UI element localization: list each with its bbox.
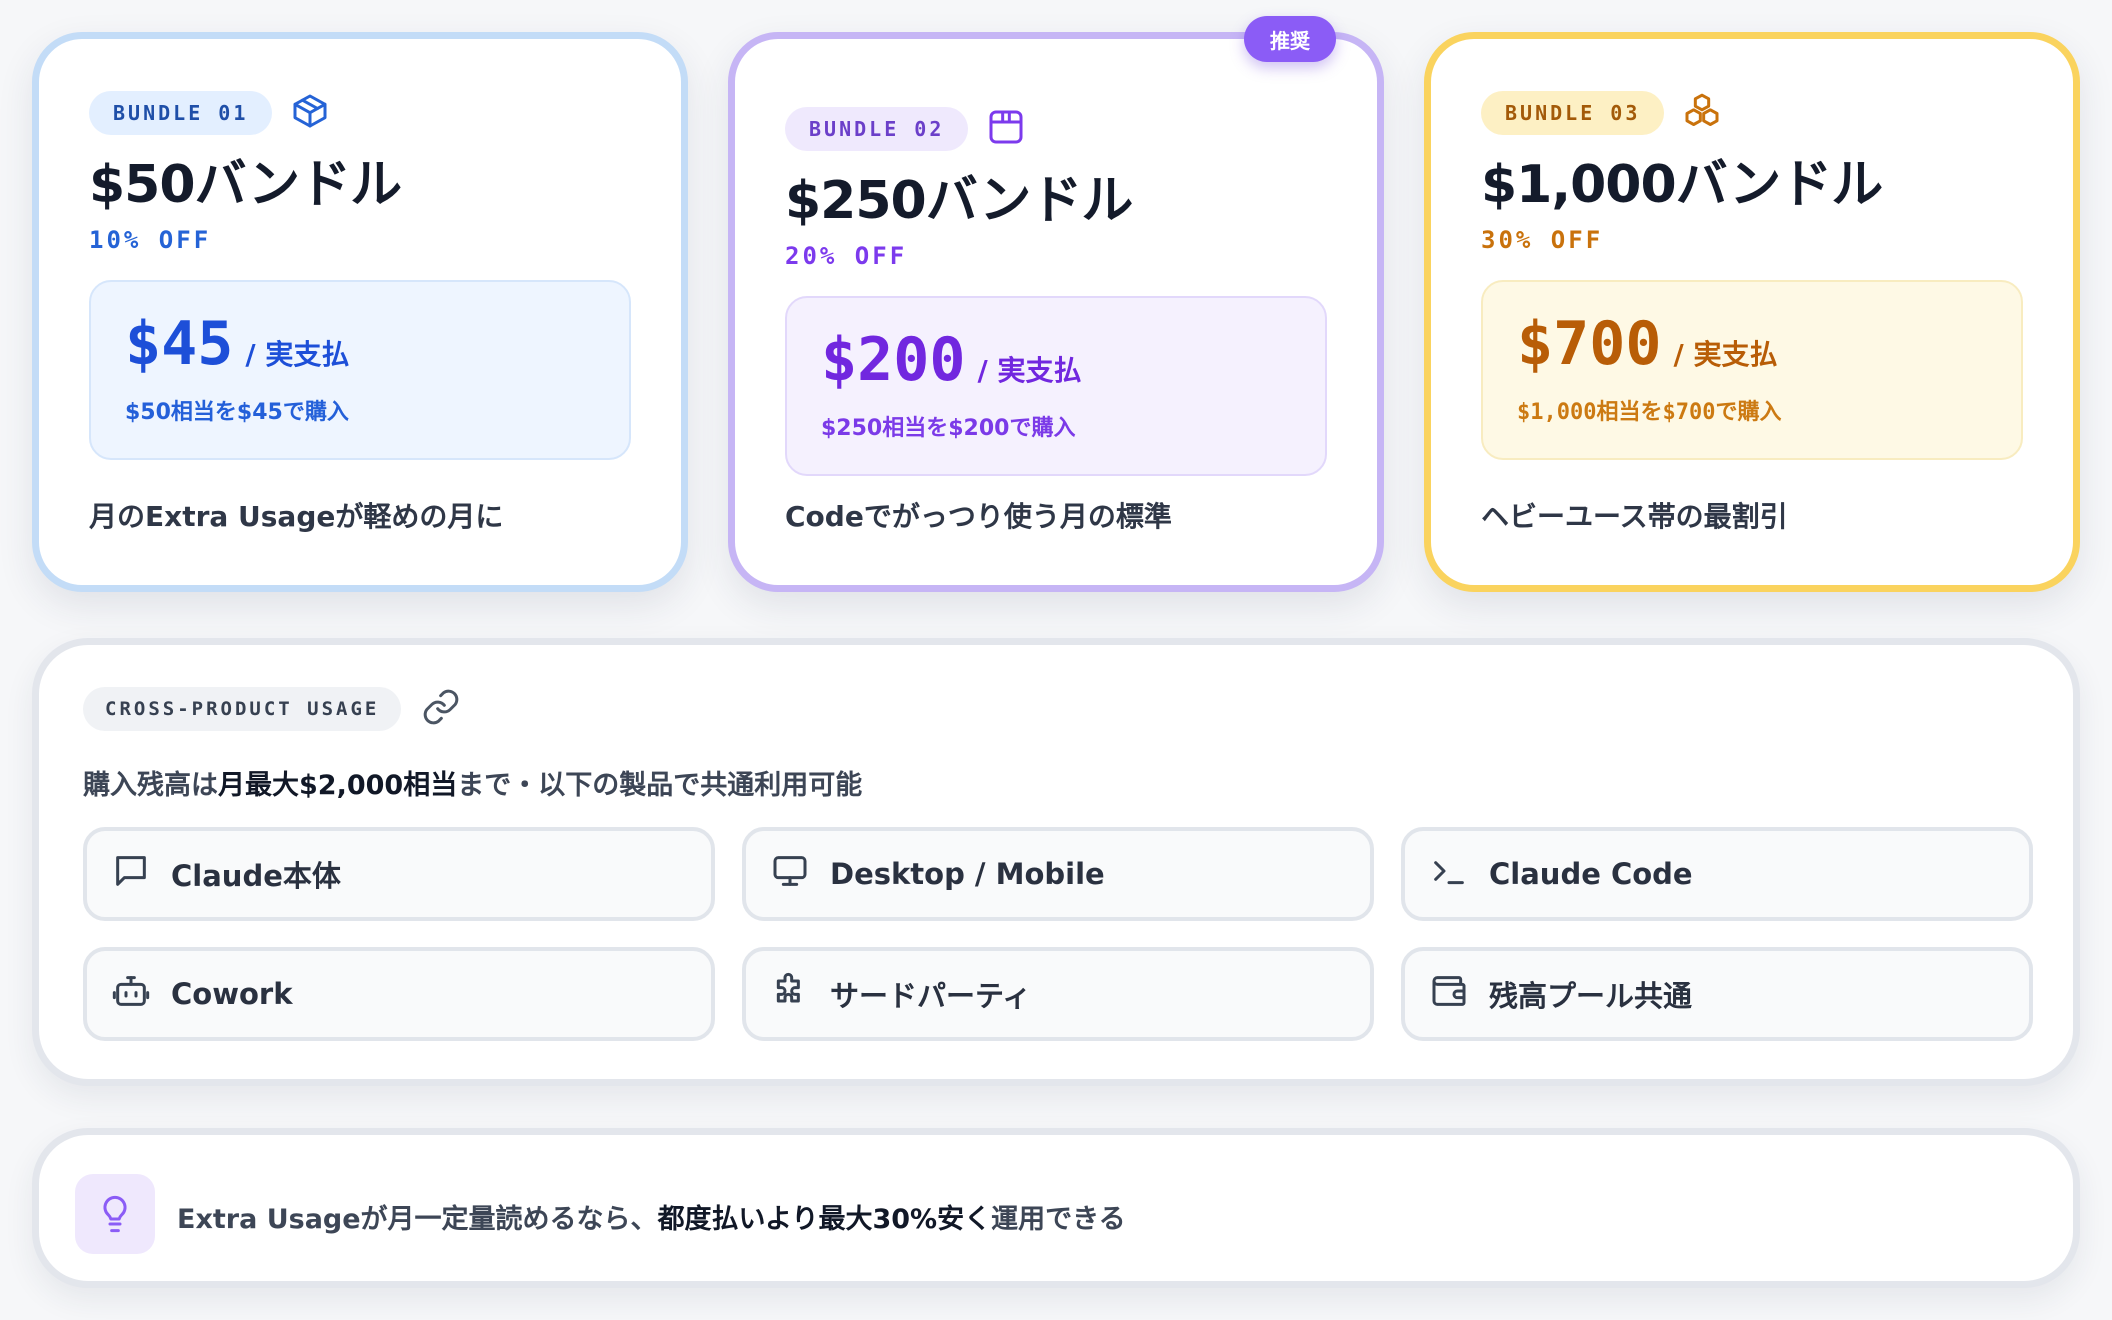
wallet-icon [1429, 971, 1469, 1018]
price-box: $200 / 実支払 $250相当を$200で購入 [785, 296, 1327, 477]
monitor-icon [770, 851, 810, 898]
bundle-card-03[interactable]: BUNDLE 03 $1,000バンドル 30% OFF $700 / 実支払 … [1424, 32, 2080, 592]
bundle-tag: BUNDLE 03 [1481, 91, 1665, 135]
product-label: Cowork [171, 977, 293, 1011]
price-note: $250相当を$200で購入 [821, 416, 1076, 442]
link-icon [421, 687, 461, 731]
price-unit: / 実支払 [977, 354, 1082, 388]
tip-text: Extra Usageが月一定量読めるなら、都度払いより最大30%安く運用できる [177, 1204, 1126, 1235]
bundle-description: 月のExtra Usageが軽めの月に [89, 500, 504, 533]
discount-label: 20% OFF [785, 242, 908, 271]
product-desktop-mobile[interactable]: Desktop / Mobile [742, 827, 1374, 921]
cross-product-subtitle: 購入残高は月最大$2,000相当まで・以下の製品で共通利用可能 [83, 770, 863, 801]
product-label: Desktop / Mobile [830, 857, 1105, 891]
product-label: Claude Code [1489, 857, 1693, 891]
price-note: $50相当を$45で購入 [125, 400, 349, 426]
product-cowork[interactable]: Cowork [83, 947, 715, 1041]
bundle-cards: BUNDLE 01 $50バンドル 10% OFF $45 / 実支払 $50相… [32, 32, 2080, 592]
product-label: 残高プール共通 [1489, 979, 1693, 1013]
message-square-icon [111, 851, 151, 898]
bot-icon [111, 971, 151, 1018]
product-third-party[interactable]: サードパーティ [742, 947, 1374, 1041]
product-claude-code[interactable]: Claude Code [1401, 827, 2033, 921]
product-grid: Claude本体 Desktop / Mobile Claude Code Co… [83, 827, 2033, 1041]
price-unit: / 実支払 [1673, 338, 1778, 372]
bundle-card-01[interactable]: BUNDLE 01 $50バンドル 10% OFF $45 / 実支払 $50相… [32, 32, 688, 592]
bundle-card-02[interactable]: BUNDLE 02 $250バンドル 20% OFF $200 / 実支払 $2… [728, 32, 1384, 592]
price-box: $700 / 実支払 $1,000相当を$700で購入 [1481, 280, 2023, 461]
terminal-icon [1429, 851, 1469, 898]
product-balance-pool[interactable]: 残高プール共通 [1401, 947, 2033, 1041]
cross-product-tag: CROSS-PRODUCT USAGE [83, 687, 402, 731]
price-note: $1,000相当を$700で購入 [1517, 400, 1782, 426]
bundle-tag: BUNDLE 01 [89, 91, 273, 135]
bundle-title: $50バンドル [89, 155, 402, 215]
lightbulb-icon [75, 1174, 155, 1254]
product-claude[interactable]: Claude本体 [83, 827, 715, 921]
puzzle-icon [770, 971, 810, 1018]
price-amount: $700 [1517, 309, 1662, 380]
product-label: サードパーティ [830, 979, 1032, 1013]
price-box: $45 / 実支払 $50相当を$45で購入 [89, 280, 631, 461]
box-icon [986, 107, 1026, 151]
discount-label: 10% OFF [89, 226, 212, 255]
tip-bar: Extra Usageが月一定量読めるなら、都度払いより最大30%安く運用できる [32, 1128, 2080, 1288]
price-amount: $200 [821, 325, 966, 396]
bundle-title: $250バンドル [785, 171, 1133, 231]
bundle-tag: BUNDLE 02 [785, 107, 969, 151]
recommended-badge: 推奨 [1244, 16, 1336, 62]
product-label: Claude本体 [171, 859, 341, 893]
bundle-description: Codeでがっつり使う月の標準 [785, 500, 1172, 533]
boxes-icon [1682, 91, 1722, 135]
bundle-description: ヘビーユース帯の最割引 [1481, 500, 1788, 533]
package-icon [290, 91, 330, 135]
discount-label: 30% OFF [1481, 226, 1604, 255]
price-amount: $45 [125, 309, 234, 380]
bundle-title: $1,000バンドル [1481, 155, 1883, 215]
price-unit: / 実支払 [245, 338, 350, 372]
cross-product-panel: CROSS-PRODUCT USAGE 購入残高は月最大$2,000相当まで・以… [32, 638, 2080, 1086]
